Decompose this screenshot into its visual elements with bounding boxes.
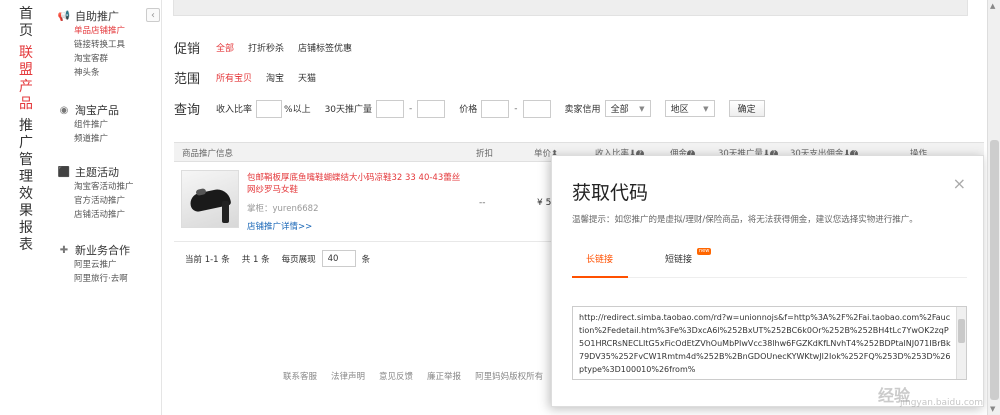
range-dash: - [514,103,518,114]
collapse-sidebar-button[interactable]: ‹ [146,8,160,22]
sidebar-item-widget-promo[interactable]: 组件推广 [58,118,162,132]
group-title: 主题活动 [75,166,119,179]
footer-link-feedback[interactable]: 意见反馈 [379,370,413,382]
range-opt-tmall[interactable]: 天猫 [298,71,316,84]
product-discount: -- [479,198,486,208]
income-ratio-input[interactable] [256,99,283,118]
price-label: 价格 [459,105,478,115]
range-dash: - [409,103,413,114]
sales30-max-input[interactable] [417,99,446,118]
pager-unit: 条 [361,254,371,265]
promo-opt-all[interactable]: 全部 [216,41,234,54]
group-title: 自助推广 [75,10,119,23]
group-title: 新业务合作 [75,244,130,257]
code-text: http://redirect.simba.taobao.com/rd?w=un… [579,313,951,374]
puzzle-icon: ✚ [59,244,69,256]
nav-league-products[interactable]: 联盟产品 [15,45,37,113]
select-value: 地区 [670,105,689,115]
close-icon[interactable]: × [953,174,966,193]
tab-short-link[interactable]: 短链接 [665,252,692,265]
pager-per-page-label: 每页展现 [281,254,316,265]
sidebar-item-link-convert[interactable]: 链接转换工具 [58,38,162,52]
range-opt-all[interactable]: 所有宝贝 [216,71,252,84]
sidebar-group-taobao-products: ◉ 淘宝产品 组件推广 频道推广 [58,102,162,146]
chevron-down-icon: ▼ [703,104,709,113]
promo-opt-flash[interactable]: 打折秒杀 [248,41,284,54]
megaphone-icon: 📢 [57,10,71,22]
modal-tip: 温馨提示：如您推广的是虚拟/理财/保险商品，将无法获得佣金，建议您选择实物进行推… [572,215,918,225]
price-min-input[interactable] [481,99,510,118]
nav-promo-manage[interactable]: 推广管理 [15,118,37,186]
pager-total: 共 1 条 [241,254,270,265]
per-page-input[interactable]: 40 [321,250,356,267]
seller-name: 掌柜：yuren6682 [247,204,319,214]
sales30-min-input[interactable] [376,99,405,118]
sidebar-item-official-event[interactable]: 官方活动推广 [58,194,162,208]
footer-link-legal[interactable]: 法律声明 [331,370,365,382]
th-product: 商品推广信息 [182,149,234,159]
event-icon: ⬛ [57,166,71,178]
product-image[interactable] [181,170,239,228]
filter-label: 范围 [174,72,201,87]
scrollbar-thumb[interactable] [990,140,999,400]
region-select[interactable]: 地区 ▼ [664,100,715,117]
promo-opt-shop-tag[interactable]: 店铺标签优惠 [298,41,352,54]
sidebar-item-aliyun[interactable]: 阿里云推广 [58,258,162,272]
filter-promo: 促销 全部 打折秒杀 店铺标签优惠 [174,38,366,57]
taobao-icon: ◉ [59,104,69,116]
pager-current: 当前 1-1 条 [185,254,230,265]
sidebar-group-themes: ⬛ 主题活动 淘宝客活动推广 官方活动推广 店铺活动推广 [58,164,162,222]
footer-link-service[interactable]: 联系客服 [283,370,317,382]
footer: 联系客服 法律声明 意见反馈 廉正举报 阿里妈妈版权所有 [283,370,557,382]
modal-title: 获取代码 [572,182,649,204]
sidebar-item-single-promo[interactable]: 单品店铺推广 [58,24,162,38]
seller-credit-select[interactable]: 全部 ▼ [604,100,651,117]
active-tab-indicator [572,276,628,278]
tab-long-link[interactable]: 长链接 [586,252,613,265]
main-nav: 首页 联盟产品 推广管理 效果报表 [0,0,52,415]
code-textarea[interactable]: http://redirect.simba.taobao.com/rd?w=un… [572,306,967,380]
chevron-down-icon: ▼ [639,104,645,113]
footer-copyright: 阿里妈妈版权所有 [475,372,544,382]
seller-credit-label: 卖家信用 [564,105,601,115]
filter-label: 促销 [174,42,201,57]
watermark-url: jingyan.baidu.com [900,398,984,408]
product-title-link[interactable]: 包邮鞘板厚底鱼嘴鞋蝴蝶结大小码凉鞋32 33 40-43蕾丝网纱罗马女鞋 [247,172,467,196]
income-suffix: %以上 [284,105,311,115]
confirm-button[interactable]: 确定 [728,100,765,117]
product-price: ¥ 5 [537,198,552,208]
filter-label: 查询 [174,103,201,118]
sidebar-item-taoke-event[interactable]: 淘宝客活动推广 [58,180,162,194]
sidebar-group-new-business: ✚ 新业务合作 阿里云推广 阿里旅行·去啊 [58,242,162,286]
scroll-up-icon[interactable]: ▲ [990,2,995,10]
shop-promo-detail-link[interactable]: 店铺推广详情>> [247,220,312,232]
nav-home[interactable]: 首页 [15,6,37,40]
link-tabs: 长链接 短链接 new [572,244,967,278]
get-code-modal: 获取代码 × 温馨提示：如您推广的是虚拟/理财/保险商品，将无法获得佣金，建议您… [551,155,984,407]
top-bar [173,0,968,16]
sidebar-item-taoke-group[interactable]: 淘宝客群 [58,52,162,66]
sales30-label: 30天推广量 [324,105,373,115]
group-title: 淘宝产品 [75,104,119,117]
th-discount: 折扣 [476,149,494,159]
page-scrollbar[interactable]: ▲ ▼ [987,0,1000,415]
sidebar-item-alitrip[interactable]: 阿里旅行·去啊 [58,272,162,286]
footer-link-report[interactable]: 廉正举报 [427,370,461,382]
income-ratio-label: 收入比率 [216,105,253,115]
code-scrollbar[interactable] [956,307,966,379]
scroll-down-icon[interactable]: ▼ [990,405,995,413]
select-value: 全部 [610,105,629,115]
price-max-input[interactable] [522,99,551,118]
filter-range: 范围 所有宝贝 淘宝 天猫 [174,68,330,87]
range-opt-taobao[interactable]: 淘宝 [266,71,284,84]
nav-report[interactable]: 效果报表 [15,186,37,254]
sidebar: 📢 自助推广 单品店铺推广 链接转换工具 淘宝客群 神头条 ◉ 淘宝产品 组件推广 … [52,0,162,415]
sidebar-item-channel-promo[interactable]: 频道推广 [58,132,162,146]
sidebar-item-shop-event[interactable]: 店铺活动推广 [58,208,162,222]
sidebar-item-headline[interactable]: 神头条 [58,66,162,80]
new-badge: new [697,248,712,255]
filter-query: 查询 收入比率 %以上 30天推广量 - 价格 - 卖家信用 全部 ▼ 地区 ▼ 确… [174,99,765,118]
pagination: 当前 1-1 条 共 1 条 每页展现 40 条 [185,250,382,267]
